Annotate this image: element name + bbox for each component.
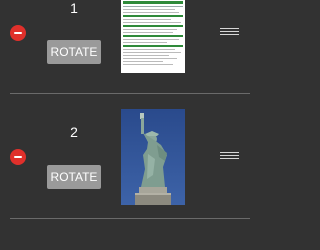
drag-handle-icon[interactable] bbox=[220, 152, 239, 161]
page-thumbnail-photo[interactable] bbox=[121, 109, 185, 205]
page-row-2: 2 ROTATE bbox=[0, 94, 250, 218]
page-number: 2 bbox=[70, 124, 78, 140]
delete-page-button[interactable] bbox=[10, 25, 26, 41]
document-thumbnail-graphic bbox=[121, 0, 185, 73]
row-divider bbox=[10, 218, 250, 219]
delete-page-button[interactable] bbox=[10, 149, 26, 165]
statue-of-liberty-image bbox=[121, 109, 185, 205]
page-thumbnail-document[interactable] bbox=[121, 0, 185, 73]
rotate-button[interactable]: ROTATE bbox=[47, 165, 101, 189]
drag-handle-icon[interactable] bbox=[220, 28, 239, 37]
page-row-1: 1 ROTATE bbox=[0, 0, 250, 93]
page-number: 1 bbox=[70, 0, 78, 16]
rotate-button[interactable]: ROTATE bbox=[47, 40, 101, 64]
